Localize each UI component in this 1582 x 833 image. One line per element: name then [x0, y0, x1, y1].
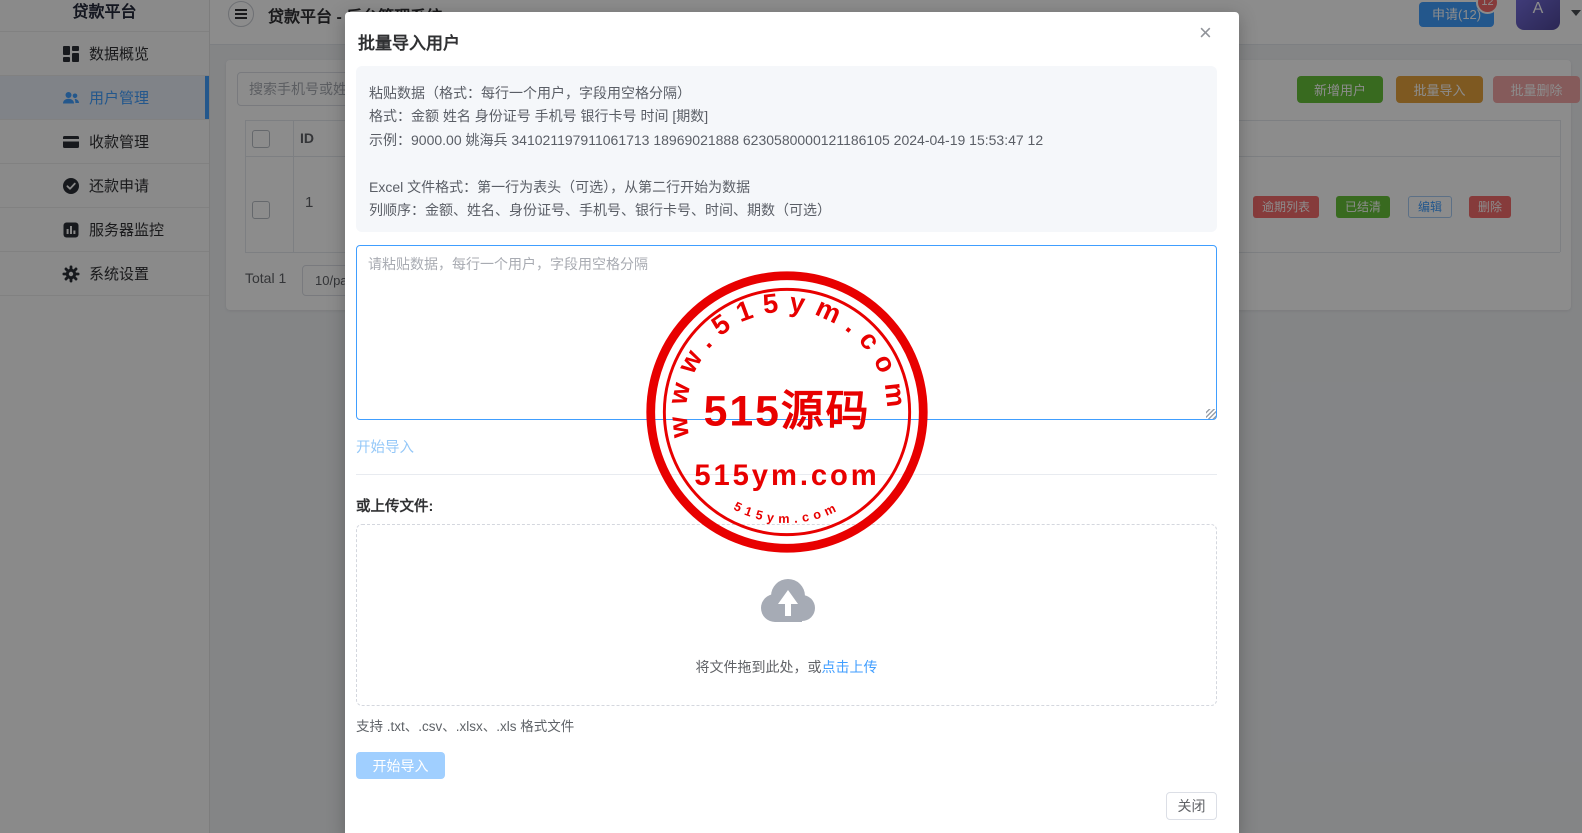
close-icon[interactable]: ×	[1199, 22, 1212, 44]
format-instructions: 粘贴数据（格式：每行一个用户，字段用空格分隔） 格式：金额 姓名 身份证号 手机…	[356, 66, 1217, 232]
textarea-resize-handle[interactable]	[1206, 409, 1216, 419]
click-upload-link[interactable]: 点击上传	[822, 659, 878, 675]
upload-cloud-icon	[756, 573, 820, 625]
instruction-line: Excel 文件格式：第一行为表头（可选），从第二行开始为数据	[369, 176, 1204, 199]
file-drop-zone[interactable]: 将文件拖到此处，或点击上传	[356, 524, 1217, 706]
instruction-line: 格式：金额 姓名 身份证号 手机号 银行卡号 时间 [期数]	[369, 105, 1204, 128]
supported-formats-text: 支持 .txt、.csv、.xlsx、.xls 格式文件	[356, 715, 574, 735]
instruction-line: 列顺序：金额、姓名、身份证号、手机号、银行卡号、时间、期数（可选）	[369, 199, 1204, 222]
close-modal-button[interactable]: 关闭	[1166, 792, 1217, 820]
divider	[356, 474, 1217, 475]
instruction-line: 示例：9000.00 姚海兵 341021197911061713 189690…	[369, 129, 1204, 152]
start-import-link[interactable]: 开始导入	[356, 436, 414, 457]
upload-section-label: 或上传文件:	[356, 495, 433, 516]
paste-data-textarea[interactable]	[356, 245, 1217, 420]
instruction-spacer	[369, 152, 1204, 175]
drop-hint-label: 将文件拖到此处，或	[696, 659, 822, 675]
start-import-button[interactable]: 开始导入	[356, 752, 445, 779]
modal-title: 批量导入用户	[358, 29, 460, 54]
drop-hint-text: 将文件拖到此处，或点击上传	[357, 657, 1216, 677]
instruction-line: 粘贴数据（格式：每行一个用户，字段用空格分隔）	[369, 82, 1204, 105]
batch-import-modal: 批量导入用户 × 粘贴数据（格式：每行一个用户，字段用空格分隔） 格式：金额 姓…	[345, 12, 1239, 833]
